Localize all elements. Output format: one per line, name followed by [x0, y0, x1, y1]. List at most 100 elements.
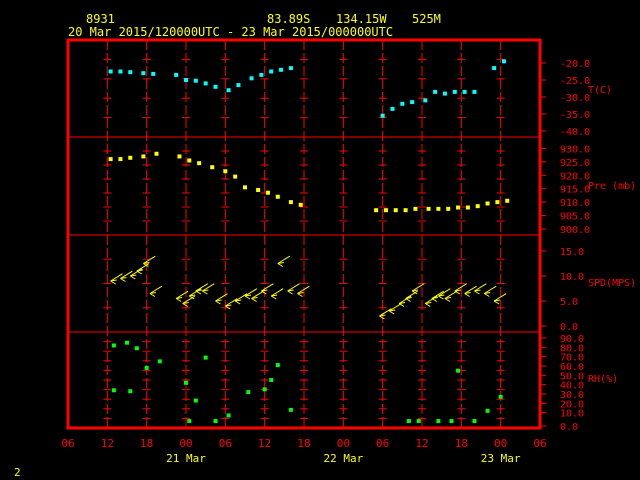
- humidity-ylabel: RH(%): [588, 374, 618, 385]
- humidity-point: [416, 419, 421, 424]
- humidity-point: [213, 419, 218, 424]
- pressure-ytick-label: 920.0: [560, 171, 590, 182]
- wind-barb-feather: [120, 278, 126, 282]
- pressure-point: [275, 194, 280, 199]
- x-tick-label: 00: [179, 437, 192, 450]
- wind-barb-feather: [110, 280, 116, 285]
- humidity-point: [485, 408, 490, 413]
- wind-barb-feather: [493, 300, 500, 305]
- x-tick-label: 06: [533, 437, 546, 450]
- wind-speed-ytick-label: 10.0: [560, 272, 584, 283]
- pressure-point: [495, 200, 500, 205]
- pressure-point: [197, 161, 202, 166]
- wind-barb-feather: [438, 295, 444, 300]
- humidity-point: [498, 394, 503, 399]
- humidity-point: [262, 387, 267, 392]
- temperature-point: [151, 71, 156, 76]
- pressure-point: [505, 198, 510, 203]
- humidity-point: [406, 419, 411, 424]
- pressure-point: [187, 158, 192, 163]
- humidity-point: [436, 419, 441, 424]
- wind-barb-feather: [405, 298, 411, 302]
- x-tick-label: 06: [219, 437, 232, 450]
- wind-barb-feather: [251, 298, 257, 302]
- wind-speed-ytick-label: 5.0: [560, 297, 578, 308]
- x-tick-label: 06: [61, 437, 74, 450]
- x-tick-label: 18: [455, 437, 468, 450]
- humidity-point: [187, 419, 192, 424]
- humidity-point: [184, 380, 188, 385]
- wind-barb-feather: [195, 290, 202, 295]
- pressure-ytick-label: 910.0: [560, 198, 590, 209]
- wind-barb-feather: [388, 310, 395, 315]
- pressure-point: [177, 154, 182, 159]
- wind-barb-feather: [431, 298, 438, 302]
- temperature-point: [118, 69, 123, 74]
- temperature-ytick-label: -40.0: [560, 127, 590, 138]
- temperature-point: [442, 91, 447, 96]
- humidity-point: [449, 419, 454, 424]
- x-tick-label: 00: [337, 437, 350, 450]
- humidity-point: [134, 346, 139, 351]
- x-tick-label: 18: [140, 437, 153, 450]
- temperature-point: [184, 78, 188, 82]
- humidity-point: [128, 389, 133, 394]
- temperature-point: [236, 83, 241, 88]
- wind-speed-ylabel: SPD(MPS): [588, 278, 636, 289]
- wind-barb-feather: [379, 315, 385, 320]
- pressure-point: [456, 205, 461, 210]
- pressure-point: [475, 204, 480, 209]
- humidity-point: [193, 398, 198, 403]
- temperature-ytick-label: -25.0: [560, 76, 590, 87]
- wind-barb-feather: [444, 298, 451, 302]
- temperature-point: [433, 89, 438, 94]
- pressure-point: [413, 206, 418, 211]
- pressure-point: [426, 206, 431, 211]
- temperature-point: [226, 88, 231, 93]
- x-tick-label: 00: [494, 437, 507, 450]
- wind-barb-feather: [234, 300, 241, 305]
- x-tick-label: 12: [415, 437, 428, 450]
- page-number: 2: [14, 466, 21, 479]
- temperature-ytick-label: -20.0: [560, 59, 590, 70]
- x-tick-label: 12: [258, 437, 271, 450]
- temperature-point: [501, 59, 506, 64]
- temperature-point: [462, 89, 467, 94]
- temperature-point: [203, 81, 208, 86]
- wind-barb-feather: [202, 290, 208, 295]
- wind-barb-feather: [474, 290, 480, 295]
- pressure-ytick-label: 915.0: [560, 185, 590, 196]
- humidity-point: [275, 363, 280, 368]
- pressure-point: [403, 208, 408, 213]
- wind-barb-feather: [182, 303, 188, 307]
- humidity-point: [226, 413, 231, 418]
- humidity-point: [246, 390, 251, 395]
- wind-speed-ytick-label: 15.0: [560, 247, 584, 258]
- pressure-point: [141, 154, 146, 159]
- temperature-point: [174, 72, 179, 77]
- wind-barb-feather: [244, 295, 251, 300]
- wind-barb-feather: [175, 298, 182, 302]
- date-label: 23 Mar: [481, 452, 521, 465]
- pressure-point: [154, 151, 159, 156]
- pressure-point: [374, 208, 379, 213]
- pressure-point: [233, 174, 238, 179]
- pressure-point: [265, 190, 270, 195]
- temperature-ytick-label: -30.0: [560, 93, 590, 104]
- wind-barb-feather: [484, 293, 490, 297]
- humidity-point: [203, 355, 208, 360]
- pressure-ytick-label: 905.0: [560, 212, 590, 223]
- wind-speed-ytick-label: 0.0: [560, 322, 578, 333]
- pressure-point: [128, 155, 133, 160]
- temperature-point: [472, 89, 477, 94]
- wind-barb-feather: [297, 293, 303, 297]
- temperature-point: [259, 72, 264, 77]
- temperature-point: [400, 101, 405, 106]
- temperature-point: [279, 67, 284, 72]
- wind-barb-feather: [270, 295, 277, 300]
- humidity-point: [111, 388, 116, 393]
- temperature-point: [492, 66, 497, 71]
- pressure-point: [288, 200, 293, 205]
- temperature-point: [269, 69, 274, 74]
- temperature-point: [193, 78, 198, 83]
